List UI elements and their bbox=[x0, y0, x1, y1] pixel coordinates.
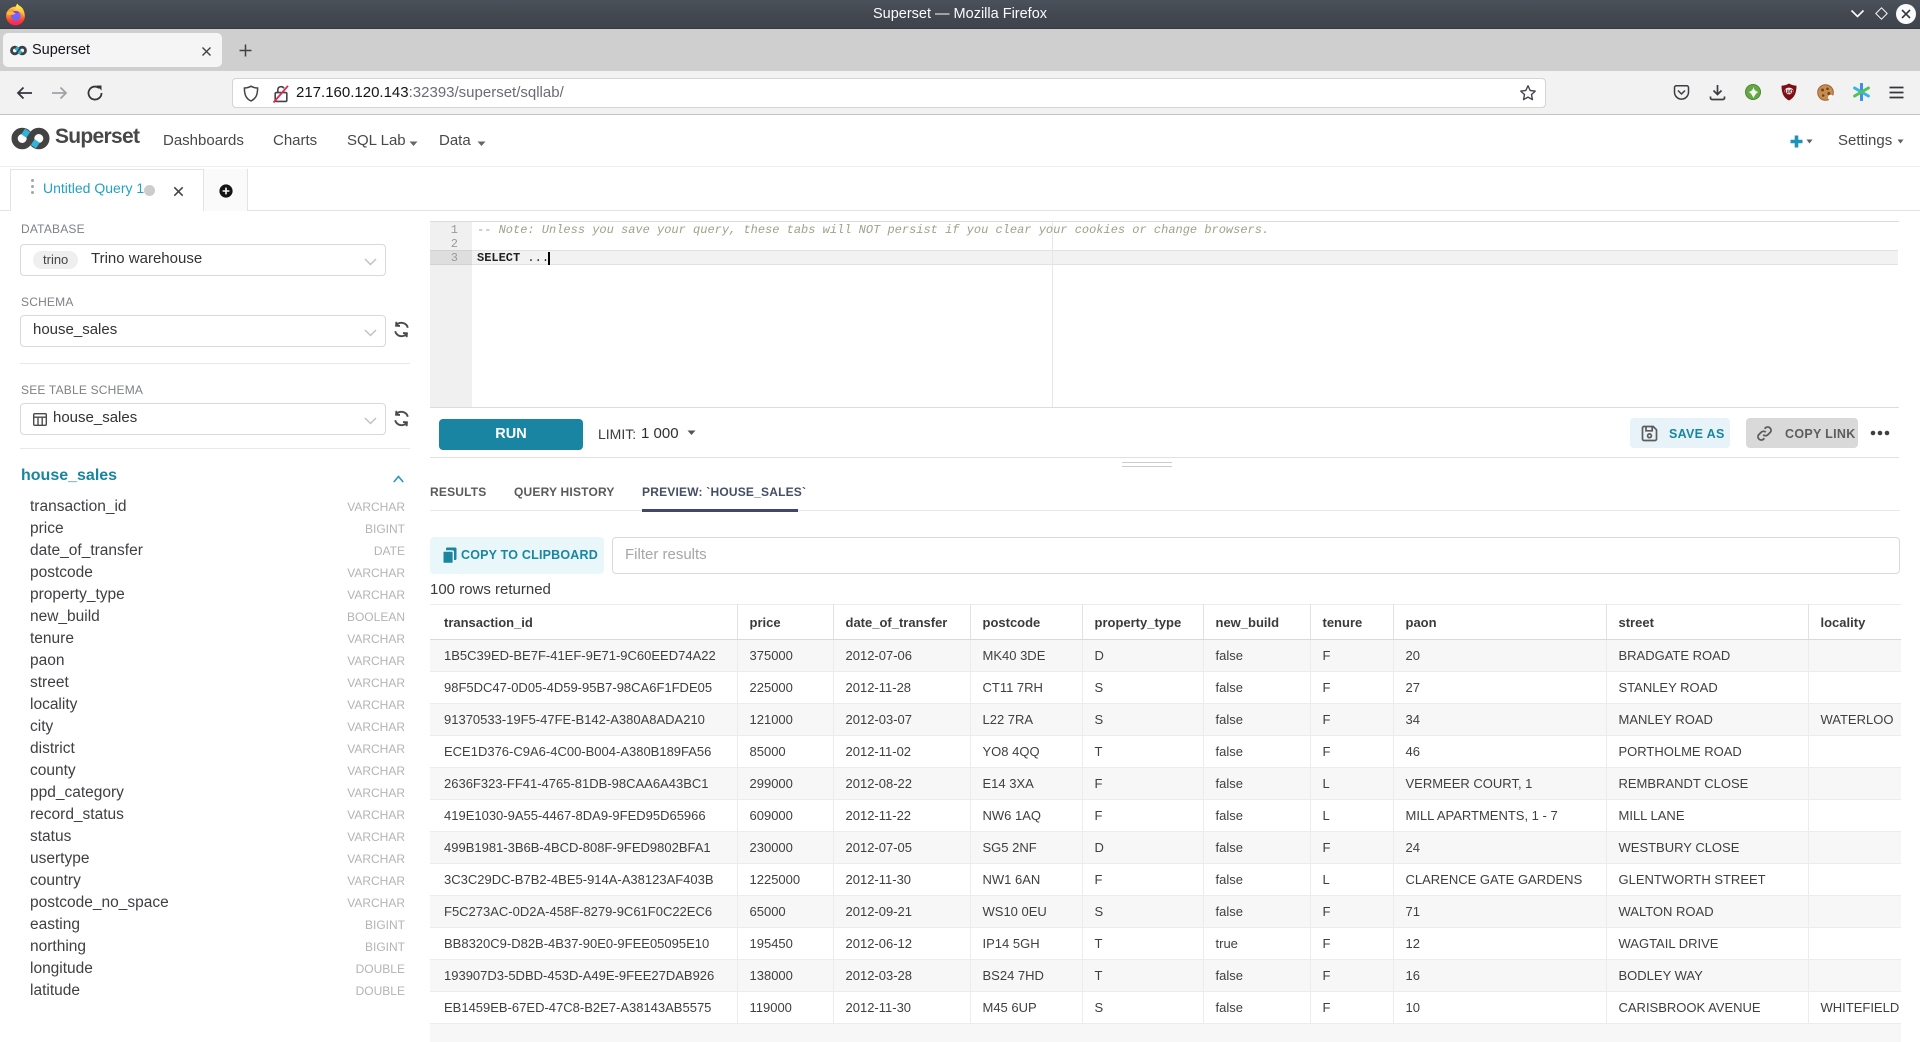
svg-text:uo: uo bbox=[1784, 87, 1794, 96]
